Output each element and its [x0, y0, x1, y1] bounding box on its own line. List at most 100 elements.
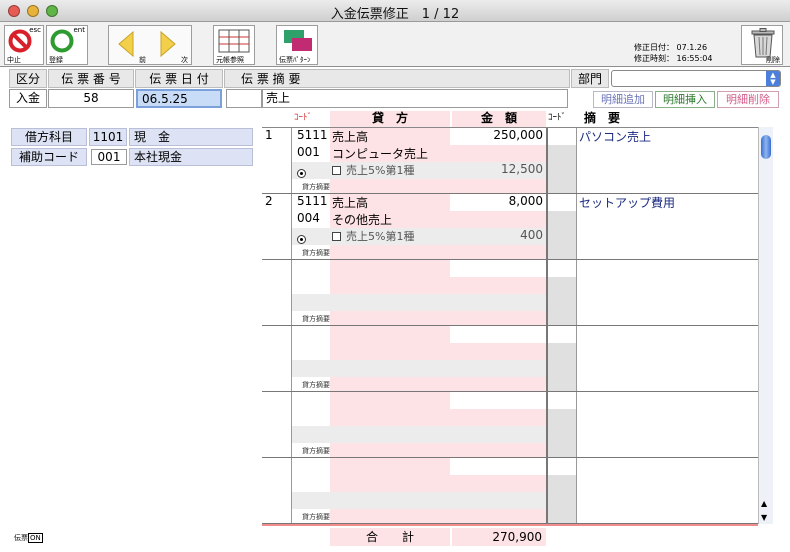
dept-select[interactable]: ▲ ▼ — [611, 70, 781, 87]
tax-amount — [452, 294, 546, 311]
delete-voucher-button[interactable]: 削除 — [741, 25, 783, 65]
row-summary[interactable]: パソコン売上 — [578, 128, 756, 145]
summary-code[interactable] — [548, 194, 576, 211]
table-row[interactable]: 貸方摘要 — [262, 326, 758, 392]
row-number: 1 — [262, 128, 292, 193]
summary-code[interactable] — [548, 326, 576, 343]
table-row[interactable]: 1 5111 売上高 250,000 001 コンピュータ売上 売上5%第1種 … — [262, 128, 758, 194]
credit-account — [330, 326, 450, 343]
credit-code[interactable] — [292, 458, 330, 475]
credit-code[interactable] — [292, 326, 330, 343]
summary-code[interactable] — [548, 128, 576, 145]
next-label: 次 — [181, 56, 188, 64]
credit-sub-name — [330, 475, 546, 492]
next-button[interactable]: 次 — [151, 26, 192, 64]
row-summary[interactable]: セットアップ費用 — [578, 194, 756, 211]
credit-sub-name: コンピュータ売上 — [330, 145, 546, 162]
credit-code[interactable] — [292, 260, 330, 277]
credit-summary-row[interactable] — [292, 245, 546, 259]
mod-time: 16:55:04 — [676, 54, 713, 63]
aux-name: 本社現金 — [129, 148, 253, 166]
number-value[interactable]: 58 — [48, 89, 134, 108]
ledger-icon — [218, 29, 250, 53]
table-row[interactable]: 貸方摘要 — [262, 458, 758, 524]
credit-sub-code[interactable] — [292, 409, 330, 426]
credit-amount[interactable] — [452, 260, 546, 277]
summary-code-input[interactable] — [226, 89, 262, 108]
table-row[interactable]: 貸方摘要 — [262, 392, 758, 458]
tax-name — [346, 294, 456, 311]
debit-code[interactable]: 1101 — [89, 128, 127, 146]
summary-input[interactable]: 売上 — [262, 89, 568, 108]
summary-code[interactable] — [548, 260, 576, 277]
voucher-pattern-button[interactable]: 伝票ﾊﾟﾀｰﾝ — [276, 25, 318, 65]
credit-sub-code[interactable] — [292, 475, 330, 492]
kubun-value[interactable]: 入金 — [9, 89, 47, 108]
scroll-down-icon[interactable]: ▼ — [761, 513, 767, 522]
credit-amount[interactable]: 8,000 — [452, 194, 546, 211]
delete-label: 削除 — [766, 56, 780, 64]
summary-code-shade — [548, 409, 576, 457]
register-button[interactable]: ent 登録 — [46, 25, 88, 65]
table-row[interactable]: 2 5111 売上高 8,000 004 その他売上 売上5%第1種 400 貸… — [262, 194, 758, 260]
credit-summary-label: 貸方摘要 — [302, 447, 330, 455]
scrollbar-thumb[interactable] — [761, 135, 771, 159]
delete-row-button[interactable]: 明細削除 — [717, 91, 779, 108]
credit-amount[interactable] — [452, 458, 546, 475]
row-summary[interactable] — [578, 392, 756, 409]
prev-button[interactable]: 前 — [109, 26, 150, 64]
summary-code-shade — [548, 145, 576, 193]
credit-sub-code[interactable]: 004 — [292, 211, 330, 228]
row-number — [262, 392, 292, 457]
summary-code[interactable] — [548, 458, 576, 475]
trash-icon — [751, 28, 775, 58]
modification-info: 修正日付： 07.1.26 修正時刻： 16:55:04 — [634, 42, 712, 64]
credit-amount[interactable]: 250,000 — [452, 128, 546, 145]
row-summary[interactable] — [578, 260, 756, 277]
scrollbar[interactable]: ▲ ▼ — [758, 127, 773, 524]
credit-sub-name — [330, 409, 546, 426]
table-row[interactable]: 貸方摘要 — [262, 260, 758, 326]
credit-sub-code[interactable] — [292, 343, 330, 360]
insert-row-button[interactable]: 明細挿入 — [655, 91, 715, 108]
summary-code[interactable] — [548, 392, 576, 409]
aux-code[interactable]: 001 — [91, 149, 127, 165]
scroll-up-icon[interactable]: ▲ — [761, 499, 767, 508]
ledger-reference-button[interactable]: 元帳参照 — [213, 25, 255, 65]
credit-summary-row[interactable] — [292, 311, 546, 325]
tax-radio-icon[interactable] — [297, 169, 306, 178]
tax-checkbox[interactable] — [332, 166, 341, 175]
window-title: 入金伝票修正 1 / 12 — [330, 7, 460, 22]
credit-summary-label: 貸方摘要 — [302, 315, 330, 323]
stop-button[interactable]: esc 中止 — [4, 25, 44, 65]
row-summary[interactable] — [578, 458, 756, 475]
date-input[interactable]: 06.5.25 — [136, 89, 222, 108]
credit-summary-row[interactable] — [292, 179, 546, 193]
summary-code-shade — [548, 475, 576, 523]
tax-name — [346, 360, 456, 377]
add-row-button[interactable]: 明細追加 — [593, 91, 653, 108]
summary-code-shade — [548, 343, 576, 391]
credit-sub-code[interactable]: 001 — [292, 145, 330, 162]
row-summary[interactable] — [578, 326, 756, 343]
tax-checkbox[interactable] — [332, 232, 341, 241]
tax-name — [346, 426, 456, 443]
tax-amount: 12,500 — [501, 162, 543, 176]
col-code2-header: ｺｰﾄﾞ — [548, 113, 567, 123]
credit-summary-row[interactable] — [292, 443, 546, 457]
credit-summary-row[interactable] — [292, 509, 546, 523]
credit-amount[interactable] — [452, 392, 546, 409]
left-arrow-icon — [118, 30, 134, 58]
right-arrow-icon — [160, 30, 176, 58]
tax-radio-icon[interactable] — [297, 235, 306, 244]
register-label: 登録 — [49, 56, 63, 64]
credit-code[interactable]: 5111 — [292, 194, 330, 211]
total-label: 合 計 — [330, 528, 450, 546]
credit-code[interactable] — [292, 392, 330, 409]
credit-amount[interactable] — [452, 326, 546, 343]
credit-summary-row[interactable] — [292, 377, 546, 391]
mod-date: 07.1.26 — [676, 43, 708, 52]
credit-sub-name — [330, 343, 546, 360]
credit-sub-code[interactable] — [292, 277, 330, 294]
credit-code[interactable]: 5111 — [292, 128, 330, 145]
